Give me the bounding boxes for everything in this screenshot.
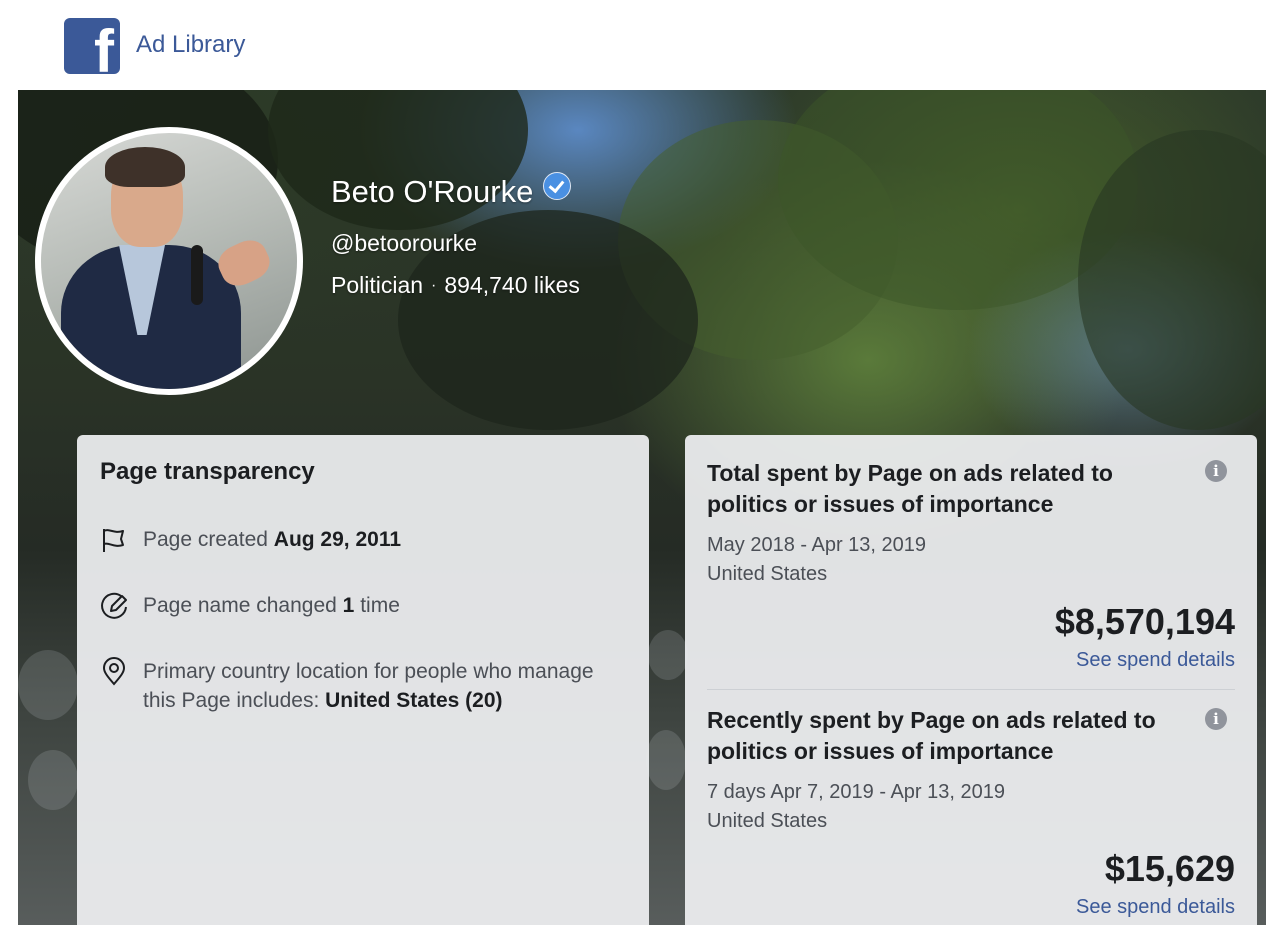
edit-circle-icon [101,592,127,619]
recent-spent-info-icon[interactable]: i [1205,708,1227,730]
avatar-hair-shape [105,147,185,187]
page-name-changed-row: Page name changed 1 time [99,591,400,621]
name-changed-count: 1 [342,594,355,617]
page-name[interactable]: Beto O'Rourke [331,172,572,210]
verified-badge-icon [543,172,572,200]
total-spent-info-icon[interactable]: i [1205,460,1227,482]
total-spent-amount: $8,570,194 [1054,601,1235,642]
ad-library-link[interactable]: Ad Library [136,31,245,59]
crowd-decoration [18,650,78,720]
page-name-changed-text: Page name changed 1 time [143,591,400,620]
facebook-logo-letter: f [94,18,114,75]
recent-see-spend-details-link[interactable]: See spend details [1076,896,1235,919]
recent-spent-range: 7 days Apr 7, 2019 - Apr 13, 2019 [707,781,1005,803]
page-handle: @betoorourke [331,230,478,256]
spending-card: Total spent by Page on ads related to po… [685,435,1257,925]
page-likes: 894,740 likes [444,272,580,298]
crowd-decoration [646,730,686,790]
recent-spent-amount: $15,629 [1104,848,1235,889]
page-transparency-card: Page transparency Page created Aug 29, 2… [77,435,649,925]
location-pin-icon [102,657,126,686]
top-bar: f Ad Library [0,0,1276,90]
meta-separator: · [431,277,437,294]
recent-spent-title: Recently spent by Page on ads related to… [707,707,1156,764]
recent-spent-country: United States [707,810,828,832]
total-see-spend-details-link[interactable]: See spend details [1076,649,1235,672]
total-spent-country: United States [707,563,828,585]
page-meta: Politician · 894,740 likes [331,272,580,299]
microphone-icon [191,245,203,305]
crowd-decoration [648,630,688,680]
page-category: Politician [331,272,424,298]
page-name-text: Beto O'Rourke [331,174,534,209]
location-value: United States (20) [325,689,503,712]
cover-photo: Beto O'Rourke @betoorourke Politician · 89… [18,90,1266,925]
facebook-logo-icon[interactable]: f [64,18,120,74]
total-spent-title: Total spent by Page on ads related to po… [707,460,1113,517]
page-created-text: Page created Aug 29, 2011 [143,525,401,554]
page-created-row: Page created Aug 29, 2011 [99,525,401,555]
flag-icon [103,529,124,552]
total-spent-range: May 2018 - Apr 13, 2019 [707,534,927,556]
crowd-decoration [28,750,78,810]
spending-divider [707,689,1235,690]
page-created-date: Aug 29, 2011 [273,528,402,551]
primary-location-row: Primary country location for people who … [99,657,629,715]
profile-avatar[interactable] [35,127,303,395]
primary-location-text: Primary country location for people who … [143,657,629,715]
page-transparency-title: Page transparency [100,458,315,485]
page-created-label: Page created [143,528,268,551]
name-changed-suffix: time [360,594,400,617]
name-changed-label: Page name changed [143,594,337,617]
